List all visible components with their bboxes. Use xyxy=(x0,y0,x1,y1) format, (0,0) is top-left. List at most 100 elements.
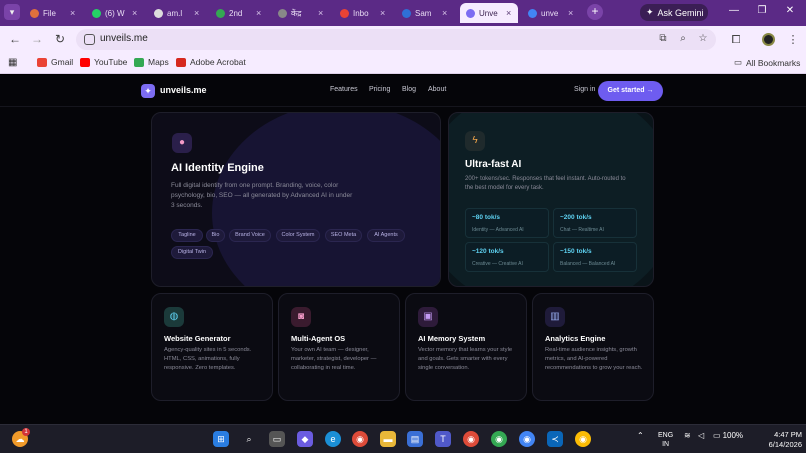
browser-tab[interactable]: 2nd × xyxy=(210,3,268,23)
gemini-sparkle-icon: ✦ xyxy=(646,7,654,17)
feature-card-multi-agent: ◙ Multi-Agent OS Your own AI team — desi… xyxy=(278,293,400,401)
logo-sparkle-icon[interactable]: ✦ xyxy=(141,84,155,98)
feature-card-website: ◍ Website Generator Agency-quality sites… xyxy=(151,293,273,401)
browser-tab[interactable]: केंद्र × xyxy=(272,3,330,23)
battery-indicator[interactable]: ▭ 100% xyxy=(713,431,743,440)
install-app-icon[interactable]: ⧉ xyxy=(656,32,670,46)
store-icon[interactable]: ▤ xyxy=(407,431,423,447)
chevron-up-icon[interactable]: ⌃ xyxy=(637,431,644,440)
address-text[interactable]: unveils.me xyxy=(100,33,148,44)
ask-gemini-button[interactable]: ✦ Ask Gemini xyxy=(640,4,708,21)
card-description: 200+ tokens/sec. Responses that feel ins… xyxy=(465,176,626,192)
metric-label: Balanced — Balanced AI xyxy=(560,261,616,267)
tab-favicon-icon xyxy=(92,8,101,18)
extensions-icon[interactable]: ⧠ xyxy=(729,33,743,47)
browser-tab[interactable]: am.l × xyxy=(148,3,206,23)
forward-arrow-icon[interactable]: → xyxy=(30,32,44,46)
tab-favicon-icon xyxy=(466,8,475,18)
new-tab-button[interactable]: + xyxy=(587,4,603,20)
gmail-icon xyxy=(37,57,47,67)
chrome-profile-icon[interactable]: ◉ xyxy=(463,431,479,447)
bookmark-adobe-acrobat[interactable]: Adobe Acrobat xyxy=(176,57,246,67)
teams-icon[interactable]: T xyxy=(435,431,451,447)
tab-favicon-icon xyxy=(340,8,349,18)
feature-card-identity: ● AI Identity Engine Full digital identi… xyxy=(151,112,441,287)
wifi-icon[interactable]: ≋ xyxy=(684,431,691,440)
site-info-icon[interactable] xyxy=(84,34,95,45)
language-indicator[interactable]: ENG IN xyxy=(658,431,673,449)
tab-favicon-icon xyxy=(154,8,163,18)
nav-link-pricing[interactable]: Pricing xyxy=(369,86,390,93)
browser-tab[interactable]: unve × xyxy=(522,3,580,23)
metric-value: ~80 tok/s xyxy=(472,214,501,221)
reload-icon[interactable]: ↻ xyxy=(53,32,67,46)
vscode-icon[interactable]: ≺ xyxy=(547,431,563,447)
bookmark-gmail[interactable]: Gmail xyxy=(37,57,73,67)
date: 6/14/2026 xyxy=(768,440,802,449)
browser-tab[interactable]: (6) W × xyxy=(86,3,144,23)
windows-start-icon[interactable]: ⊞ xyxy=(213,431,229,447)
menu-kebab-icon[interactable]: ⋮ xyxy=(786,33,800,47)
file-explorer-icon[interactable]: ▬ xyxy=(380,431,396,447)
close-icon[interactable]: × xyxy=(194,8,206,18)
bar-chart-icon: ▥ xyxy=(545,307,565,327)
metric-label: Chat — Realtime AI xyxy=(560,227,604,233)
all-bookmarks[interactable]: ▭ All Bookmarks xyxy=(734,57,800,68)
browser-tab-active[interactable]: Unve × xyxy=(460,3,518,23)
restore-icon[interactable]: ❐ xyxy=(755,5,769,16)
clock[interactable]: 4:47 PM 6/14/2026 xyxy=(752,430,802,450)
chrome-profile-icon[interactable]: ◉ xyxy=(519,431,535,447)
close-icon[interactable]: × xyxy=(132,8,144,18)
nav-link-about[interactable]: About xyxy=(428,86,446,93)
chrome-profile-icon[interactable]: ◉ xyxy=(491,431,507,447)
copilot-icon[interactable]: ◆ xyxy=(297,431,313,447)
brain-icon: ● xyxy=(172,133,192,153)
card-description: Agency-quality sites in 5 seconds. HTML,… xyxy=(164,347,252,371)
browser-tab[interactable]: Sam × xyxy=(396,3,454,23)
logo-text[interactable]: unveils.me xyxy=(160,85,207,95)
tab-strip: ▾ File × (6) W × am.l × 2nd × केंद्र × Inbo × … xyxy=(0,0,806,26)
bookmark-star-icon[interactable]: ☆ xyxy=(696,32,710,46)
minimize-icon[interactable]: — xyxy=(727,5,741,16)
browser-tab[interactable]: File × xyxy=(24,3,82,23)
nav-link-blog[interactable]: Blog xyxy=(402,86,416,93)
close-icon[interactable]: × xyxy=(70,8,82,18)
edge-icon[interactable]: e xyxy=(325,431,341,447)
address-bar[interactable]: unveils.me ⧉ ⌕ ☆ xyxy=(76,29,716,50)
browser-tab[interactable]: Inbo × xyxy=(334,3,392,23)
nav-link-features[interactable]: Features xyxy=(330,86,358,93)
metric-label: Creative — Creative AI xyxy=(472,261,523,267)
back-arrow-icon[interactable]: ← xyxy=(8,32,22,46)
profile-avatar[interactable] xyxy=(762,33,775,46)
close-icon[interactable]: × xyxy=(442,8,454,18)
bookmark-maps[interactable]: Maps xyxy=(134,57,169,67)
close-icon[interactable]: × xyxy=(318,8,330,18)
close-icon[interactable]: × xyxy=(506,8,518,18)
folder-icon: ▭ xyxy=(734,57,743,67)
card-title: Multi-Agent OS xyxy=(291,334,346,343)
chrome-profile-icon[interactable]: ◉ xyxy=(575,431,591,447)
close-icon[interactable]: × xyxy=(256,8,268,18)
metric-card: ~120 tok/s Creative — Creative AI xyxy=(465,242,549,272)
tag: AI Agents xyxy=(367,229,405,242)
close-icon[interactable]: × xyxy=(380,8,392,18)
chrome-icon[interactable]: ◉ xyxy=(352,431,368,447)
feature-card-memory: ▣ AI Memory System Vector memory that le… xyxy=(405,293,527,401)
tab-favicon-icon xyxy=(528,8,537,18)
apps-grid-icon[interactable]: ▦ xyxy=(8,57,17,68)
search-icon[interactable]: ⌕ xyxy=(241,431,257,447)
task-view-icon[interactable]: ▭ xyxy=(269,431,285,447)
acrobat-icon xyxy=(176,57,186,67)
close-window-icon[interactable]: ✕ xyxy=(783,5,797,16)
tab-search-button[interactable]: ▾ xyxy=(4,4,20,20)
tag: Brand Voice xyxy=(229,229,271,242)
sign-in-link[interactable]: Sign in xyxy=(574,86,595,93)
close-icon[interactable]: × xyxy=(568,8,580,18)
card-title: AI Memory System xyxy=(418,334,486,343)
get-started-button[interactable]: Get started → xyxy=(598,81,663,101)
tab-favicon-icon xyxy=(278,8,287,18)
zoom-icon[interactable]: ⌕ xyxy=(676,32,690,46)
bookmark-youtube[interactable]: YouTube xyxy=(80,57,127,67)
volume-icon[interactable]: ◁ xyxy=(698,431,704,440)
globe-icon: ◍ xyxy=(164,307,184,327)
